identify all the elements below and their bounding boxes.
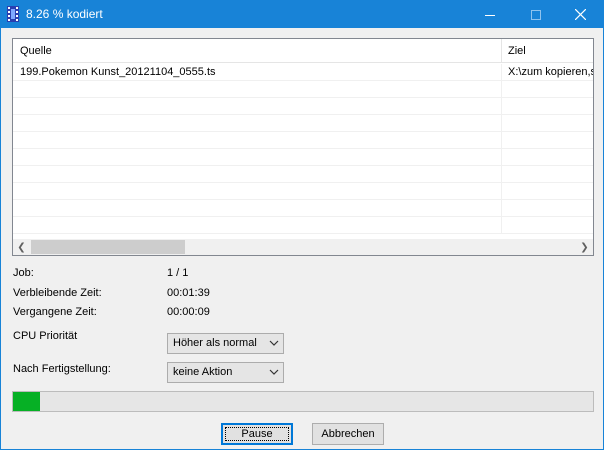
- cpu-priority-select[interactable]: Höher als normal: [167, 333, 284, 354]
- minimize-icon: [485, 14, 495, 16]
- remaining-time-label: Verbleibende Zeit:: [13, 287, 102, 299]
- list-item: [13, 166, 593, 183]
- encoding-progress-bar: [12, 391, 594, 412]
- cpu-priority-label: CPU Priorität: [13, 330, 78, 342]
- list-rows: 199.Pokemon Kunst_20121104_0555.ts X:\zu…: [13, 64, 593, 239]
- list-item: [13, 217, 593, 234]
- list-item[interactable]: 199.Pokemon Kunst_20121104_0555.ts X:\zu…: [13, 64, 593, 81]
- encoding-progress-window: 8.26 % kodiert Quelle Ziel 199.Pokemon K…: [0, 0, 604, 450]
- close-button[interactable]: [557, 1, 603, 28]
- after-completion-label: Nach Fertigstellung:: [13, 363, 111, 375]
- elapsed-time-label: Vergangene Zeit:: [13, 306, 97, 318]
- horizontal-scrollbar[interactable]: ❮ ❯: [13, 239, 593, 255]
- chevron-right-icon[interactable]: ❯: [576, 239, 593, 255]
- target-path-cell: X:\zum kopieren,s: [508, 66, 593, 78]
- title-bar[interactable]: 8.26 % kodiert: [1, 1, 603, 28]
- list-item: [13, 149, 593, 166]
- chevron-down-icon: [269, 340, 279, 346]
- column-header-ziel[interactable]: Ziel: [502, 39, 593, 63]
- chevron-down-icon: [269, 369, 279, 375]
- close-icon: [574, 9, 586, 20]
- job-list[interactable]: Quelle Ziel 199.Pokemon Kunst_20121104_0…: [12, 38, 594, 256]
- list-item: [13, 183, 593, 200]
- column-header-quelle[interactable]: Quelle: [13, 39, 502, 63]
- cancel-button-label: Abbrechen: [321, 428, 375, 440]
- job-value: 1 / 1: [167, 267, 189, 279]
- list-item: [13, 115, 593, 132]
- list-item: [13, 132, 593, 149]
- remaining-time-value: 00:01:39: [167, 287, 210, 299]
- list-item: [13, 98, 593, 115]
- progress-fill: [13, 392, 40, 411]
- list-item: [13, 200, 593, 217]
- chevron-left-icon[interactable]: ❮: [13, 239, 30, 255]
- list-item: [13, 81, 593, 98]
- scrollbar-thumb[interactable]: [31, 240, 185, 254]
- maximize-button[interactable]: [513, 1, 559, 28]
- after-completion-select[interactable]: keine Aktion: [167, 362, 284, 383]
- source-file-cell: 199.Pokemon Kunst_20121104_0555.ts: [13, 64, 502, 81]
- cpu-priority-value: Höher als normal: [173, 337, 257, 349]
- window-title: 8.26 % kodiert: [26, 7, 103, 21]
- job-label: Job:: [13, 267, 34, 279]
- minimize-button[interactable]: [467, 1, 513, 28]
- film-icon: [7, 6, 19, 22]
- list-header: Quelle Ziel: [13, 39, 593, 63]
- elapsed-time-value: 00:00:09: [167, 306, 210, 318]
- cancel-button[interactable]: Abbrechen: [312, 423, 384, 445]
- maximize-icon: [531, 9, 541, 20]
- after-completion-value: keine Aktion: [173, 366, 233, 378]
- pause-button[interactable]: Pause: [221, 423, 293, 445]
